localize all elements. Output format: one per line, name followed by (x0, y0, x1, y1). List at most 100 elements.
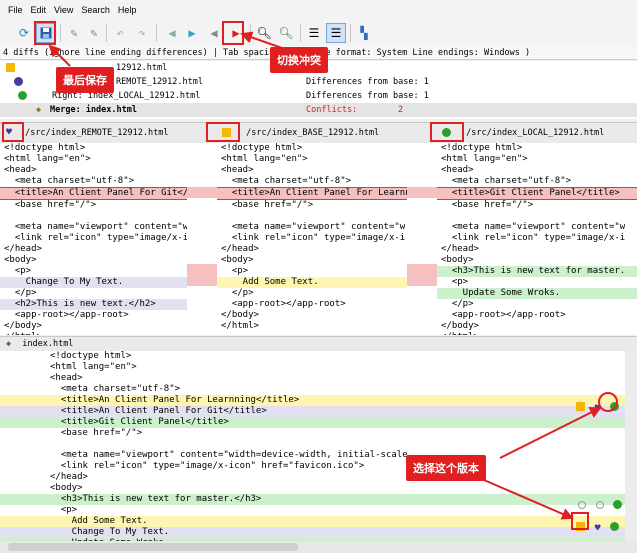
menu-file[interactable]: File (8, 5, 23, 15)
code-line: <h2>This is new text.</h2> (0, 299, 187, 310)
choose-base-icon[interactable] (576, 402, 585, 411)
pane-headers: ♥ /src/index_REMOTE_12912.html /src/inde… (0, 122, 637, 144)
mark-resolved-icon[interactable]: ✎ (64, 23, 84, 43)
right-pane-path: /src/index_LOCAL_12912.html (466, 128, 605, 138)
code-line: <head> (50, 373, 83, 383)
code-line: <meta charset="utf-8"> (441, 176, 572, 186)
code-line: <title>An Client Panel For Git</title> (0, 406, 625, 417)
code-line: <!doctype html> (221, 143, 303, 153)
menu-edit[interactable]: Edit (31, 5, 47, 15)
choose-remote-icon-2[interactable]: ♥ (595, 523, 601, 534)
code-line: </head> (4, 244, 42, 254)
code-line: <p> (4, 266, 32, 276)
code-line: <base href="/"> (50, 428, 143, 438)
code-line: <p> (50, 505, 78, 515)
remote-short: REMOTE_12912.html (116, 77, 203, 87)
code-line: Update Some Wroks. (437, 288, 637, 299)
code-line: </p> (4, 288, 37, 298)
code-line: <link rel="icon" type="image/x-icon" hre… (50, 461, 365, 471)
base-highlight-box (206, 122, 240, 142)
base-pane[interactable]: <!doctype html> <html lang="en"> <head> <m… (217, 143, 407, 335)
first-diff-icon[interactable]: ◀ (162, 23, 182, 43)
line-numbers-icon[interactable]: ☰ (304, 23, 324, 43)
redo-icon[interactable]: ↷ (132, 23, 152, 43)
next-diff-icon[interactable]: ▶ (182, 23, 202, 43)
refresh-icon[interactable]: ⟳ (14, 23, 34, 43)
code-line: <link rel="icon" type="image/x-i (441, 233, 626, 243)
conflicts-label: Conflicts: (306, 105, 358, 115)
code-line: <title>Git Client Panel</title> (437, 187, 637, 200)
code-line: Change To My Text. (0, 527, 625, 538)
code-line: </head> (221, 244, 259, 254)
prev-conflict-icon[interactable]: ◀ (204, 23, 224, 43)
menu-help[interactable]: Help (118, 5, 137, 15)
code-line: <meta name="viewport" content="w (4, 222, 187, 232)
view-mode-icon[interactable]: ▚ (354, 23, 374, 43)
diff-from-base-1: Differences from base: 1 (306, 77, 429, 87)
remote-file-icon (14, 77, 23, 86)
code-line: <base href="/"> (4, 200, 97, 210)
choose-local-icon-2[interactable] (610, 522, 620, 531)
code-line: <head> (221, 165, 254, 175)
merge-title: index.html (22, 339, 74, 349)
code-line: <meta charset="utf-8"> (221, 176, 352, 186)
code-line: <meta charset="utf-8"> (4, 176, 135, 186)
code-line: <meta name="viewport" content="width=dev… (50, 450, 408, 460)
merge-file[interactable]: Merge: index.html (50, 103, 137, 117)
conflicts-count: 2 (398, 105, 404, 115)
code-line: <meta name="viewport" content="w (221, 222, 406, 232)
vertical-scrollbar[interactable] (625, 351, 637, 541)
show-whitespace-icon[interactable]: ☰ (326, 23, 346, 43)
callout-switch-conflict: 切换冲突 (270, 47, 328, 73)
local-pane[interactable]: <!doctype html> <html lang="en"> <head> <m… (437, 143, 637, 335)
code-line: Add Some Text. (0, 516, 625, 527)
code-line: <head> (441, 165, 474, 175)
code-line: <link rel="icon" type="image/x-i (221, 233, 406, 243)
callout-choose-version: 选择这个版本 (406, 455, 486, 481)
code-line: </html> (437, 332, 637, 335)
remote-pane[interactable]: <!doctype html> <html lang="en"> <head> <m… (0, 143, 187, 335)
menu-search[interactable]: Search (81, 5, 110, 15)
find-icon[interactable]: 🔍︎ (254, 23, 274, 43)
code-line: <h3>This is new text for master. (437, 266, 637, 277)
code-line: <body> (50, 483, 83, 493)
code-line: <!doctype html> (50, 351, 132, 361)
choose-local-green-icon[interactable] (613, 500, 623, 509)
code-line: <title>An Client Panel For Learnn (217, 187, 407, 200)
code-line: <body> (4, 255, 37, 265)
left-pane-path: /src/index_REMOTE_12912.html (25, 128, 169, 138)
mark-all-resolved-icon[interactable]: ✎ (84, 23, 104, 43)
code-line: <body> (441, 255, 474, 265)
horizontal-scrollbar[interactable] (0, 541, 637, 553)
choose-base-highlight (571, 512, 589, 530)
save-highlight-box (34, 21, 56, 45)
scroll-thumb[interactable] (8, 543, 298, 551)
code-line: <p> (441, 277, 469, 287)
find-next-icon[interactable]: 🔍︎ (276, 23, 296, 43)
code-line: <!doctype html> (4, 143, 86, 153)
code-line: <title>An Client Panel For Learnning</ti… (0, 395, 625, 406)
code-line: <html lang="en"> (221, 154, 308, 164)
code-line: </body> (4, 321, 42, 331)
code-line: </body> (221, 310, 259, 320)
code-line: </head> (50, 472, 88, 482)
middle-pane-path: /src/index_BASE_12912.html (246, 128, 380, 138)
conflict2-choosers-hollow (578, 494, 623, 513)
choose-base-empty-icon[interactable] (578, 501, 586, 509)
choose-remote-empty-icon[interactable] (595, 501, 604, 509)
code-line: </p> (441, 299, 474, 309)
menu-view[interactable]: View (54, 5, 73, 15)
code-line: <html lang="en"> (50, 362, 137, 372)
code-line: <head> (4, 165, 37, 175)
toolbar: ⟳ ✎ ✎ ↶ ↷ ◀ ▶ ◀ ▶ 🔍︎ 🔍︎ ☰ ☰ ▚ (0, 20, 637, 47)
code-line: <html lang="en"> (4, 154, 91, 164)
code-line: <base href="/"> (441, 200, 534, 210)
undo-icon[interactable]: ↶ (110, 23, 130, 43)
merge-header: ◆ index.html (0, 336, 637, 352)
code-line: <title>Git Client Panel</title> (0, 417, 625, 428)
merge-pane[interactable]: <!doctype html> <html lang="en"> <head> <m… (0, 351, 625, 541)
